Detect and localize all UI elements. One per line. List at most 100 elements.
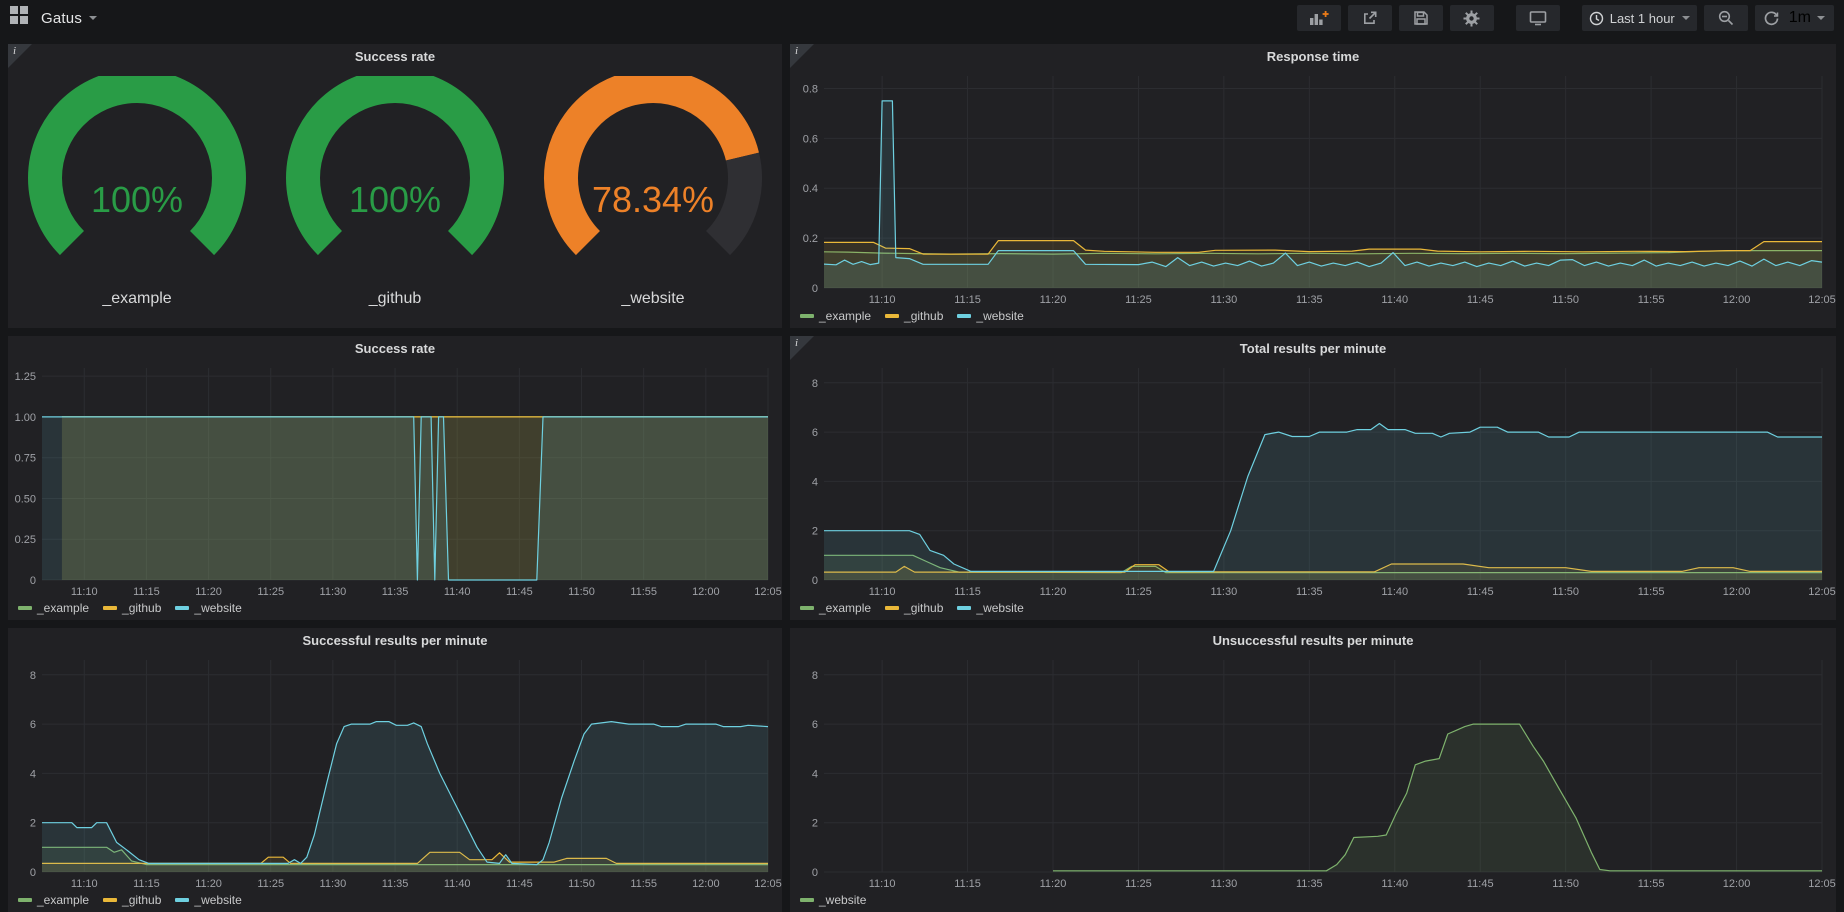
panel-title[interactable]: Success rate [8,44,782,68]
legend-series-dash [103,898,117,902]
panel-info-icon[interactable]: i [8,44,32,68]
svg-text:8: 8 [30,670,36,682]
refresh-button[interactable] [1759,5,1784,31]
panel-unsuccessful-results: Unsuccessful results per minute 0246811:… [790,628,1836,912]
svg-text:12:00: 12:00 [692,586,720,598]
svg-text:0.8: 0.8 [803,83,818,95]
legend-series-name: _github [122,893,161,907]
svg-text:11:15: 11:15 [133,586,160,598]
share-button[interactable] [1348,5,1392,31]
svg-text:11:55: 11:55 [630,878,657,890]
legend-item-_github[interactable]: _github [103,893,161,907]
legend-item-_website[interactable]: _website [957,309,1023,323]
legend-series-dash [800,314,814,318]
gauge-panel-body: 100%_example100%_github78.34%_website [8,68,782,328]
legend-series-name: _example [37,601,89,615]
svg-text:4: 4 [812,768,818,780]
svg-text:11:30: 11:30 [1211,586,1238,598]
panel-title[interactable]: Successful results per minute [8,628,782,652]
svg-text:11:20: 11:20 [195,586,222,598]
svg-text:2: 2 [812,818,818,830]
add-panel-button[interactable] [1297,5,1341,31]
svg-text:11:10: 11:10 [71,878,98,890]
svg-text:0.75: 0.75 [15,453,36,465]
chart-plot-area[interactable]: 0246811:1011:1511:2011:2511:3011:3511:40… [8,652,782,892]
svg-text:11:20: 11:20 [1040,878,1067,890]
settings-button[interactable] [1450,5,1494,31]
chart-legend: _example _github _website [800,599,1038,617]
svg-text:11:35: 11:35 [1296,586,1323,598]
navbar: Gatus [0,0,1844,36]
legend-series-name: _website [976,309,1023,323]
gauge-_website: 78.34%_website [528,76,778,308]
dashboard-title[interactable]: Gatus [41,10,82,27]
svg-text:12:05: 12:05 [754,586,782,598]
legend-series-name: _github [122,601,161,615]
panel-title[interactable]: Response time [790,44,1836,68]
svg-text:11:40: 11:40 [444,586,471,598]
panel-total-results: i Total results per minute 0246811:1011:… [790,336,1836,620]
legend-item-_github[interactable]: _github [885,309,943,323]
panel-info-icon[interactable]: i [790,44,814,68]
panel-title[interactable]: Total results per minute [790,336,1836,360]
legend-item-_example[interactable]: _example [18,893,89,907]
svg-text:12:05: 12:05 [1808,294,1836,306]
svg-text:11:10: 11:10 [869,294,896,306]
svg-text:12:00: 12:00 [1723,878,1751,890]
svg-text:11:35: 11:35 [1296,294,1323,306]
chart-plot-area[interactable]: 0246811:1011:1511:2011:2511:3011:3511:40… [790,652,1836,892]
svg-text:11:45: 11:45 [506,586,533,598]
legend-series-dash [800,898,814,902]
gear-icon [1463,10,1480,27]
svg-text:8: 8 [812,378,818,390]
legend-item-_example[interactable]: _example [800,601,871,615]
legend-item-_website[interactable]: _website [175,601,241,615]
legend-series-dash [175,898,189,902]
gauge-arc: 78.34% [528,76,778,288]
svg-text:11:55: 11:55 [1638,294,1665,306]
svg-text:11:50: 11:50 [568,586,595,598]
legend-series-name: _website [976,601,1023,615]
legend-item-_example[interactable]: _example [800,309,871,323]
legend-item-_github[interactable]: _github [885,601,943,615]
svg-text:1.25: 1.25 [15,371,36,383]
panel-title[interactable]: Success rate [8,336,782,360]
cycle-view-mode-button[interactable] [1516,5,1560,31]
time-range-picker[interactable]: Last 1 hour [1582,5,1697,31]
legend-item-_website[interactable]: _website [957,601,1023,615]
save-button[interactable] [1399,5,1443,31]
panel-title[interactable]: Unsuccessful results per minute [790,628,1836,652]
legend-series-name: _website [194,601,241,615]
svg-text:11:30: 11:30 [1211,294,1238,306]
legend-series-name: _example [819,601,871,615]
chart-legend: _example _github _website [18,599,256,617]
zoom-out-icon [1718,10,1734,26]
panel-success-rate-gauges: i Success rate 100%_example100%_github78… [8,44,782,328]
dashboard-title-caret-icon[interactable] [89,16,97,20]
gauge-value: 100% [349,179,441,220]
legend-item-_website[interactable]: _website [175,893,241,907]
legend-series-dash [957,606,971,610]
chart-plot-area[interactable]: 00.250.500.751.001.2511:1011:1511:2011:2… [8,360,782,600]
chart-panel-body: 0246811:1011:1511:2011:2511:3011:3511:40… [790,652,1836,912]
chart-plot-area[interactable]: 0246811:1011:1511:2011:2511:3011:3511:40… [790,360,1836,600]
gauge-label: _github [369,290,422,308]
zoom-out-button[interactable] [1704,5,1748,31]
svg-text:11:25: 11:25 [257,878,284,890]
svg-text:0: 0 [812,575,818,587]
panel-successful-results: Successful results per minute 0246811:10… [8,628,782,912]
grafana-menu-icon[interactable] [10,6,29,30]
svg-text:11:15: 11:15 [954,294,981,306]
chart-plot-area[interactable]: 00.20.40.60.811:1011:1511:2011:2511:3011… [790,68,1836,308]
svg-text:0.2: 0.2 [803,233,818,245]
legend-series-dash [885,314,899,318]
svg-text:0: 0 [812,867,818,879]
panel-info-icon[interactable]: i [790,336,814,360]
svg-text:2: 2 [812,526,818,538]
legend-item-_website[interactable]: _website [800,893,866,907]
legend-item-_example[interactable]: _example [18,601,89,615]
svg-text:4: 4 [812,476,818,488]
legend-item-_github[interactable]: _github [103,601,161,615]
refresh-interval-dropdown[interactable]: 1m [1784,5,1830,31]
svg-text:11:25: 11:25 [257,586,284,598]
